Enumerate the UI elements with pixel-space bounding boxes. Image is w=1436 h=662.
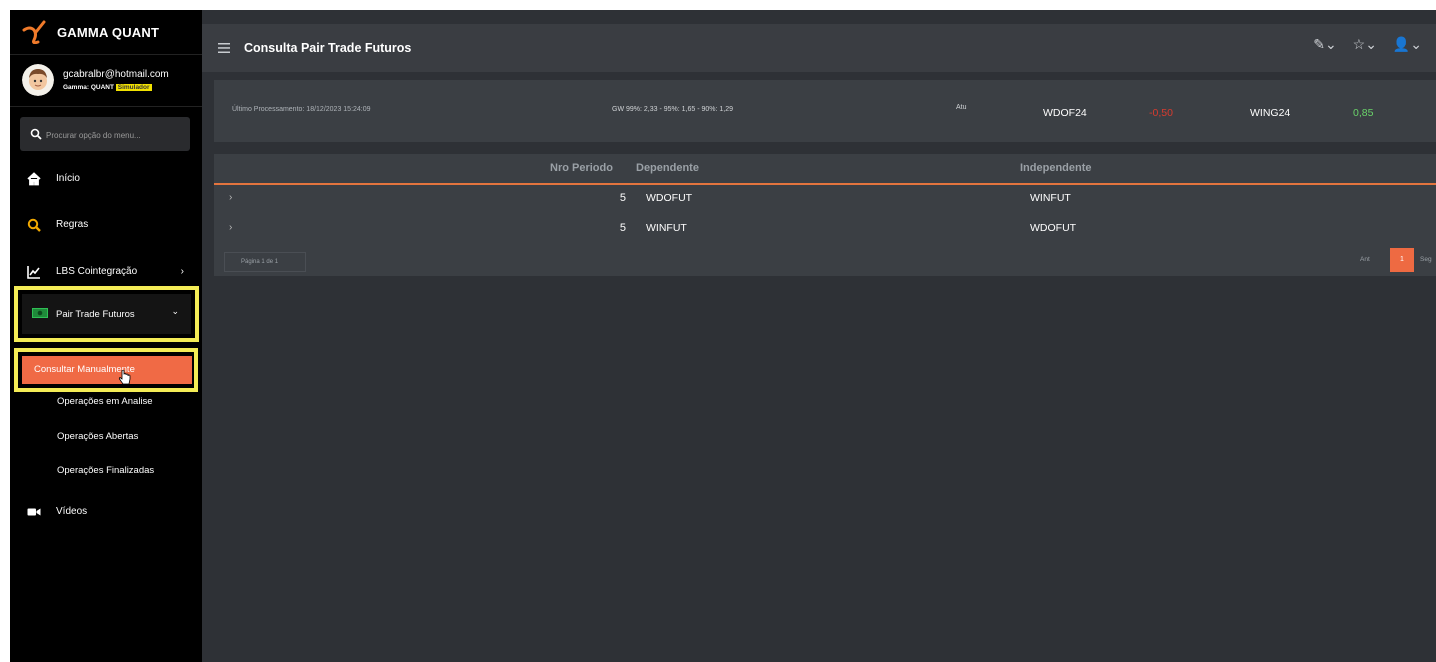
brush-icon[interactable]: ✎⌄ [1313, 36, 1336, 52]
chevron-right-icon: › [180, 266, 184, 277]
symbol-1-value: -0,50 [1149, 107, 1173, 119]
magnifier-icon [27, 218, 41, 232]
search-input[interactable] [44, 125, 188, 145]
user-email: gcabralbr@hotmail.com [63, 69, 169, 80]
gw-stats: GW 99%: 2,33 - 95%: 1,65 - 90%: 1,29 [612, 106, 734, 113]
results-table: Nro Periodo Dependente Independente › 5 … [214, 154, 1436, 276]
sidebar-item-lbs[interactable]: LBS Cointegração › [10, 258, 202, 286]
top-strip [202, 10, 1436, 24]
table-row[interactable]: › 5 WDOFUT WINFUT [214, 184, 1436, 214]
avatar[interactable] [22, 64, 54, 96]
sidebar-item-label: Início [56, 173, 80, 184]
submenu-item-finalizadas[interactable]: Operações Finalizadas [57, 465, 154, 476]
header-actions: ✎⌄ ☆⌄ 👤⌄ [1301, 36, 1422, 53]
search-icon [30, 128, 42, 140]
cell-dependente: WINFUT [646, 222, 687, 234]
cell-periodo: 5 [619, 192, 626, 204]
symbol-2: WING24 [1250, 107, 1291, 119]
cell-periodo: 5 [619, 222, 626, 234]
brand: GAMMA QUANT [10, 10, 202, 55]
hand-cursor-icon [118, 370, 131, 385]
page-header: Consulta Pair Trade Futuros ✎⌄ ☆⌄ 👤⌄ [202, 24, 1436, 72]
menu-search [20, 117, 190, 151]
pagination-current[interactable]: 1 [1390, 248, 1414, 272]
submenu-item-abertas[interactable]: Operações Abertas [57, 431, 138, 442]
last-processing: Último Processamento: 18/12/2023 15:24:0… [232, 106, 371, 113]
submenu-item-consultar[interactable]: Consultar Manualmente [22, 356, 192, 384]
sidebar-item-label: Vídeos [56, 506, 88, 517]
pagination-prev[interactable]: Ant [1360, 256, 1370, 263]
user-role: Gamma: QUANT Simulador [63, 84, 152, 91]
pagination-info-text: Página 1 de 1 [241, 259, 279, 265]
expand-chevron-icon[interactable]: › [229, 192, 232, 203]
pagination-next[interactable]: Seg [1420, 256, 1432, 263]
user-role-prefix: Gamma: QUANT [63, 84, 114, 91]
sidebar-item-label: Regras [56, 219, 89, 230]
cell-independente: WINFUT [1030, 192, 1071, 204]
chevron-down-icon: ⌄ [171, 306, 179, 316]
sidebar: GAMMA QUANT gcabralbr@hotmail.com Gamma:… [10, 10, 202, 662]
col-header-periodo[interactable]: Nro Periodo [550, 162, 613, 174]
brand-name: GAMMA QUANT [57, 25, 160, 40]
sidebar-item-label: Pair Trade Futuros [56, 309, 135, 320]
atu-label: Atu [956, 104, 967, 111]
sidebar-item-inicio[interactable]: Início [10, 165, 202, 193]
line-chart-icon [27, 266, 40, 279]
hamburger-menu-icon[interactable] [218, 43, 230, 53]
symbol-2-value: 0,85 [1353, 107, 1374, 119]
col-header-independente[interactable]: Independente [1020, 162, 1092, 174]
expand-chevron-icon[interactable]: › [229, 222, 232, 233]
cell-dependente: WDOFUT [646, 192, 693, 204]
pagination-info: Página 1 de 1 [224, 252, 306, 272]
col-header-dependente[interactable]: Dependente [636, 162, 699, 174]
submenu-item-analise[interactable]: Operações em Analise [57, 396, 153, 407]
sidebar-item-regras[interactable]: Regras [10, 211, 202, 239]
table-row[interactable]: › 5 WINFUT WDOFUT [214, 214, 1436, 244]
star-icon[interactable]: ☆⌄ [1353, 36, 1377, 52]
sidebar-item-videos[interactable]: Vídeos [10, 498, 202, 526]
cell-independente: WDOFUT [1030, 222, 1077, 234]
app-frame: GAMMA QUANT gcabralbr@hotmail.com Gamma:… [10, 10, 1436, 662]
page-title: Consulta Pair Trade Futuros [244, 41, 412, 55]
highlight-pair-trade: Pair Trade Futuros ⌄ [14, 286, 199, 342]
sidebar-item-pair-trade[interactable]: Pair Trade Futuros ⌄ [22, 294, 191, 334]
status-panel: Último Processamento: 18/12/2023 15:24:0… [214, 80, 1436, 142]
home-icon [27, 172, 41, 186]
user-panel: gcabralbr@hotmail.com Gamma: QUANT Simul… [10, 54, 202, 107]
user-role-badge: Simulador [115, 84, 152, 91]
sidebar-item-label: LBS Cointegração [56, 266, 138, 277]
symbol-1: WDOF24 [1043, 107, 1087, 119]
user-icon[interactable]: 👤⌄ [1393, 36, 1422, 52]
gamma-logo-icon [22, 20, 46, 44]
video-camera-icon [27, 508, 41, 516]
money-icon [32, 308, 48, 318]
